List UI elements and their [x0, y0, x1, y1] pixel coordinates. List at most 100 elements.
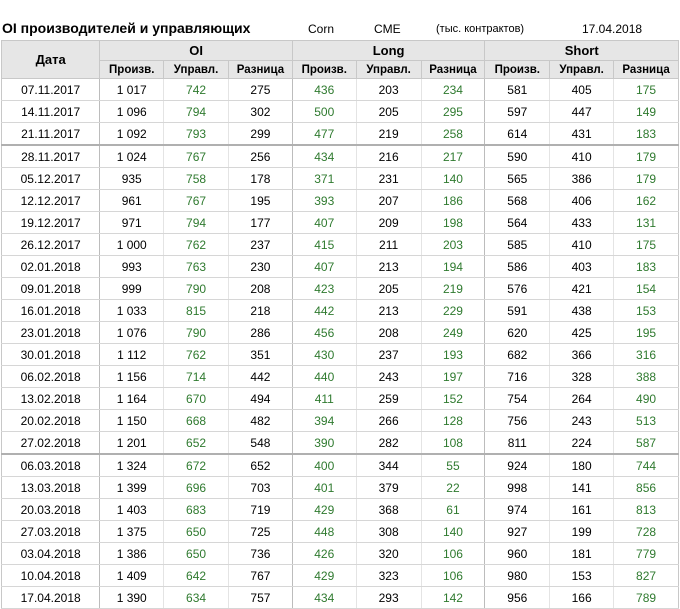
long-difference-cell: 197: [421, 365, 486, 388]
short-producers-cell: 974: [484, 498, 551, 521]
oi-producers-cell: 1 000: [99, 233, 165, 256]
short-difference-cell: 195: [613, 321, 679, 344]
row-date: 27.02.2018: [0, 431, 101, 455]
short-managers-cell: 141: [549, 476, 615, 499]
oi-managers-cell: 767: [163, 189, 229, 212]
short-difference-cell: 153: [613, 299, 679, 322]
table-row: 06.02.2018 1 156 714 442 440 243 197 716 328 388: [0, 365, 679, 388]
short-managers-cell: 180: [549, 453, 615, 477]
exchange-label: CME: [374, 22, 401, 36]
oi-producers-cell: 1 324: [99, 453, 165, 477]
table-row: 20.02.2018 1 150 668 482 394 266 128 756 243 513: [0, 409, 679, 432]
oi-difference-cell: 442: [228, 365, 293, 388]
oi-managers-cell: 762: [163, 343, 229, 366]
subheader-managers: Управл.: [163, 60, 229, 79]
report-title: OI производителей и управляющих: [2, 20, 251, 36]
oi-difference-cell: 218: [228, 299, 293, 322]
subheader-difference: Разница: [613, 60, 679, 79]
oi-managers-cell: 763: [163, 255, 229, 278]
row-date: 21.11.2017: [0, 122, 101, 146]
short-producers-cell: 927: [484, 520, 551, 543]
long-difference-cell: 152: [421, 387, 486, 410]
oi-managers-cell: 742: [163, 78, 229, 101]
short-producers-cell: 811: [484, 431, 551, 455]
long-producers-cell: 442: [292, 299, 357, 322]
oi-difference-cell: 351: [228, 343, 293, 366]
long-managers-cell: 344: [356, 453, 422, 477]
long-managers-cell: 379: [356, 476, 422, 499]
short-difference-cell: 154: [613, 277, 679, 300]
long-difference-cell: 186: [421, 189, 486, 212]
row-date: 30.01.2018: [0, 343, 101, 366]
oi-producers-cell: 1 033: [99, 299, 165, 322]
short-difference-cell: 131: [613, 211, 679, 234]
short-managers-cell: 438: [549, 299, 615, 322]
long-difference-cell: 194: [421, 255, 486, 278]
table-row: 13.03.2018 1 399 696 703 401 379 22 998 141 856: [0, 476, 679, 499]
short-producers-cell: 597: [484, 100, 551, 123]
long-managers-cell: 213: [356, 299, 422, 322]
long-managers-cell: 209: [356, 211, 422, 234]
oi-producers-cell: 1 409: [99, 564, 165, 587]
short-producers-cell: 565: [484, 167, 551, 190]
oi-managers-cell: 683: [163, 498, 229, 521]
short-producers-cell: 591: [484, 299, 551, 322]
row-date: 14.11.2017: [0, 100, 101, 123]
table-row: 19.12.2017 971 794 177 407 209 198 564 433 131: [0, 211, 679, 234]
long-producers-cell: 436: [292, 78, 357, 101]
oi-difference-cell: 286: [228, 321, 293, 344]
row-date: 03.04.2018: [0, 542, 101, 565]
long-managers-cell: 208: [356, 321, 422, 344]
oi-managers-cell: 672: [163, 453, 229, 477]
oi-managers-cell: 650: [163, 520, 229, 543]
oi-managers-cell: 762: [163, 233, 229, 256]
short-producers-cell: 924: [484, 453, 551, 477]
short-producers-cell: 716: [484, 365, 551, 388]
short-producers-cell: 620: [484, 321, 551, 344]
oi-producers-cell: 971: [99, 211, 165, 234]
row-date: 17.04.2018: [0, 586, 101, 609]
oi-difference-cell: 299: [228, 122, 293, 146]
subheader-managers: Управл.: [549, 60, 615, 79]
oi-difference-cell: 494: [228, 387, 293, 410]
short-difference-cell: 179: [613, 167, 679, 190]
oi-difference-cell: 767: [228, 564, 293, 587]
short-difference-cell: 728: [613, 520, 679, 543]
long-producers-cell: 448: [292, 520, 357, 543]
oi-producers-cell: 1 164: [99, 387, 165, 410]
short-producers-cell: 960: [484, 542, 551, 565]
row-date: 12.12.2017: [0, 189, 101, 212]
group-header-long: Long: [291, 40, 486, 61]
short-producers-cell: 998: [484, 476, 551, 499]
long-difference-cell: 22: [421, 476, 486, 499]
long-managers-cell: 203: [356, 78, 422, 101]
oi-difference-cell: 177: [228, 211, 293, 234]
table-row: 23.01.2018 1 076 790 286 456 208 249 620 425 195: [0, 321, 679, 344]
oi-producers-cell: 1 024: [99, 144, 165, 168]
long-managers-cell: 368: [356, 498, 422, 521]
short-managers-cell: 410: [549, 144, 615, 168]
oi-difference-cell: 302: [228, 100, 293, 123]
long-producers-cell: 429: [292, 498, 357, 521]
oi-producers-cell: 999: [99, 277, 165, 300]
oi-producers-cell: 1 112: [99, 343, 165, 366]
oi-producers-cell: 1 390: [99, 586, 165, 609]
short-difference-cell: 183: [613, 122, 679, 146]
short-producers-cell: 590: [484, 144, 551, 168]
title-bar: OI производителей и управляющих Corn CME…: [0, 0, 680, 40]
oi-difference-cell: 757: [228, 586, 293, 609]
short-managers-cell: 224: [549, 431, 615, 455]
long-managers-cell: 211: [356, 233, 422, 256]
short-managers-cell: 181: [549, 542, 615, 565]
short-difference-cell: 388: [613, 365, 679, 388]
short-producers-cell: 956: [484, 586, 551, 609]
row-date: 23.01.2018: [0, 321, 101, 344]
table-row: 03.04.2018 1 386 650 736 426 320 106 960 181 779: [0, 542, 679, 565]
oi-difference-cell: 482: [228, 409, 293, 432]
oi-managers-cell: 652: [163, 431, 229, 455]
short-managers-cell: 410: [549, 233, 615, 256]
long-managers-cell: 231: [356, 167, 422, 190]
table-row: 06.03.2018 1 324 672 652 400 344 55 924 180 744: [0, 453, 679, 477]
row-date: 13.02.2018: [0, 387, 101, 410]
report-date: 17.04.2018: [582, 22, 643, 36]
